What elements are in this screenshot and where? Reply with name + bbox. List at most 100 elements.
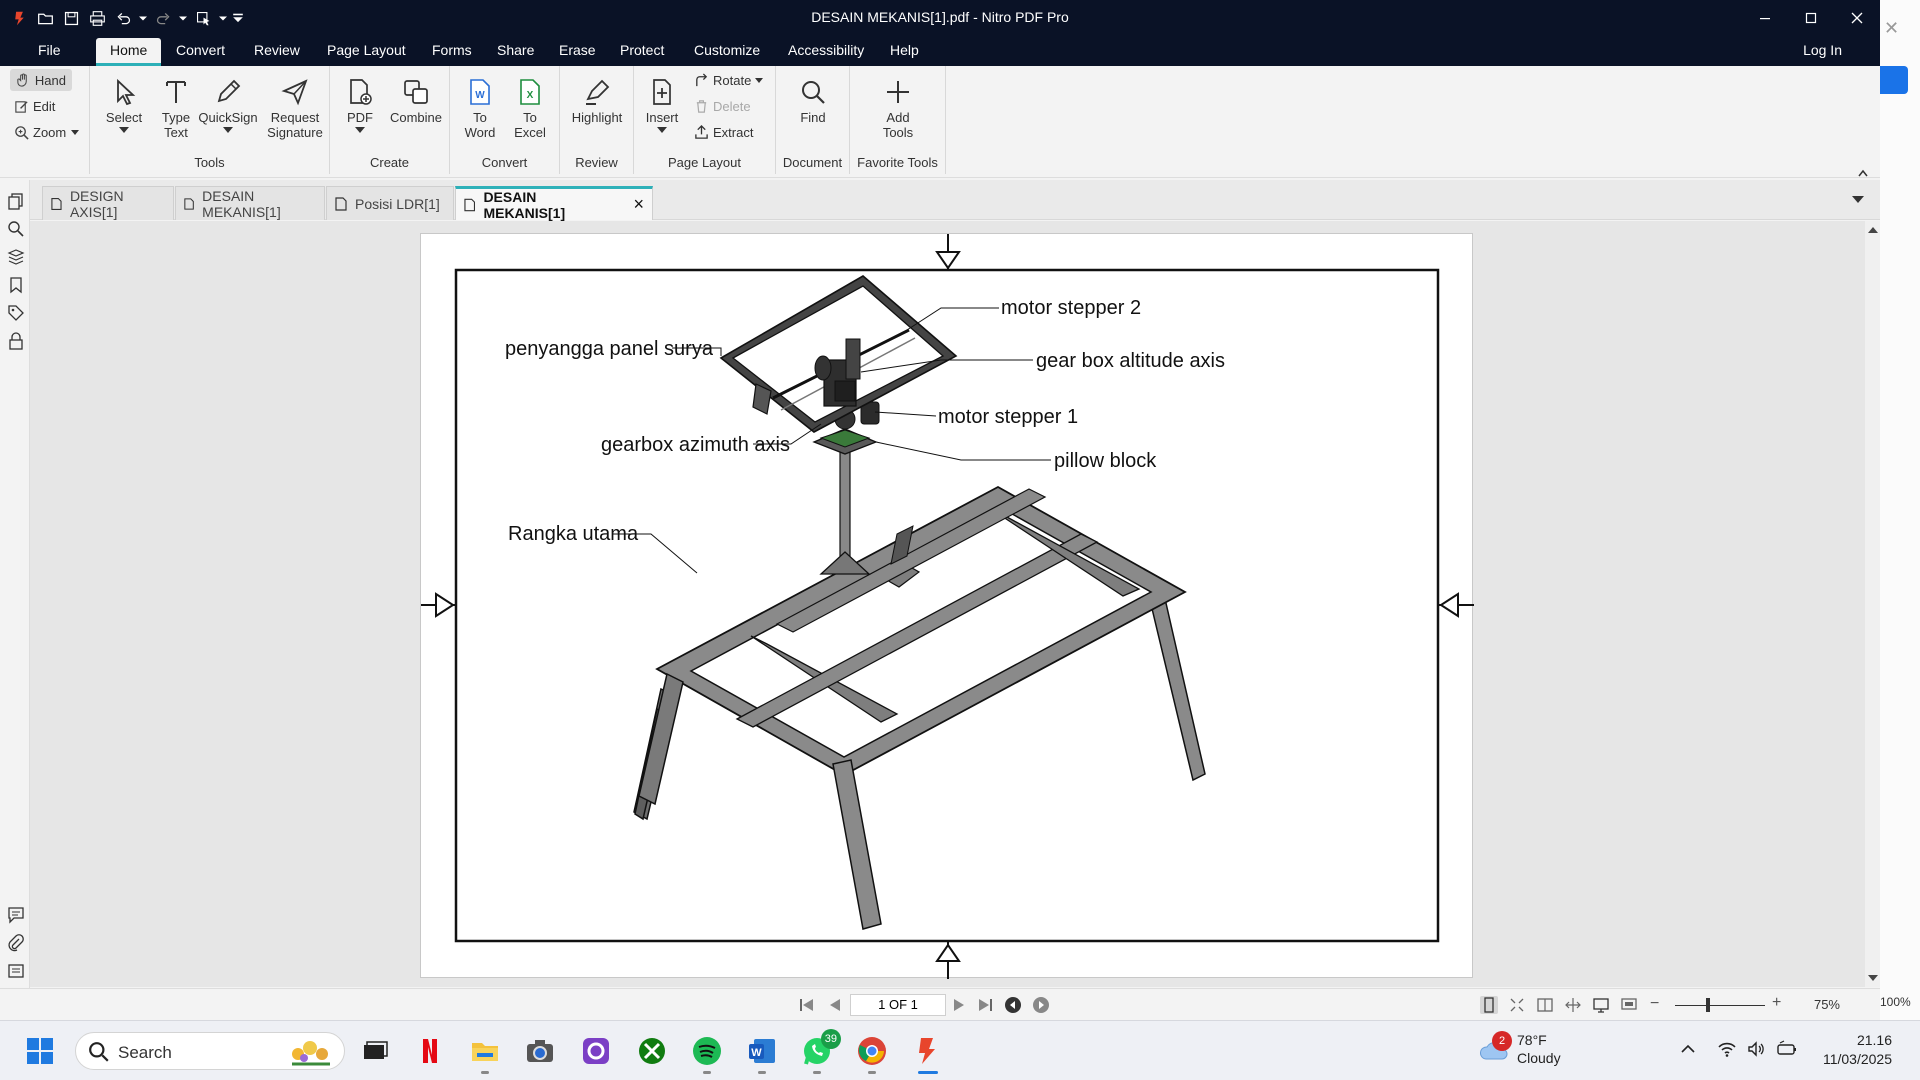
layers-panel-icon[interactable] (7, 248, 25, 266)
taskbar-search-box[interactable]: Search (75, 1032, 345, 1070)
last-page-icon[interactable] (976, 996, 994, 1014)
fit-page-icon[interactable] (1508, 996, 1526, 1014)
zoom-out-icon[interactable]: − (1650, 995, 1659, 1013)
xbox-icon[interactable] (636, 1035, 668, 1067)
favorite-tools-group: Add Tools Favorite Tools (850, 66, 946, 174)
two-page-view-icon[interactable] (1536, 996, 1554, 1014)
nitro-pdf-taskbar-icon[interactable] (911, 1035, 943, 1067)
edit-tool-button[interactable]: Edit (14, 95, 55, 117)
menu-file[interactable]: File (38, 42, 61, 58)
clipchamp-icon[interactable] (580, 1035, 612, 1067)
maximize-button[interactable] (1788, 0, 1834, 36)
menu-help[interactable]: Help (890, 42, 919, 58)
tags-panel-icon[interactable] (7, 304, 25, 322)
windows-start-icon[interactable] (24, 1035, 56, 1067)
menu-review[interactable]: Review (254, 42, 300, 58)
zoom-tool-button[interactable]: Zoom (14, 121, 80, 143)
quicksign-button[interactable]: QuickSign (196, 74, 260, 133)
pdf-label: PDF (347, 110, 373, 125)
background-close-icon[interactable]: ✕ (1884, 18, 1899, 39)
security-panel-icon[interactable] (7, 332, 25, 350)
zoom-slider-handle[interactable] (1706, 998, 1710, 1012)
netflix-icon[interactable] (414, 1035, 446, 1067)
close-button[interactable] (1834, 0, 1880, 36)
fit-width-icon[interactable] (1564, 996, 1582, 1014)
menu-home[interactable]: Home (96, 38, 162, 66)
to-word-button[interactable]: W To Word (456, 74, 504, 140)
collapse-ribbon-icon[interactable] (1858, 164, 1868, 177)
battery-icon[interactable] (1776, 1039, 1798, 1059)
file-explorer-icon[interactable] (469, 1035, 501, 1067)
comments-panel-icon[interactable] (7, 906, 25, 924)
weather-cloud-icon[interactable]: 2 (1478, 1031, 1512, 1067)
request-signature-button[interactable]: Request Signature (262, 74, 328, 140)
single-page-view-icon[interactable] (1480, 996, 1498, 1014)
document-viewer[interactable]: motor stepper 2 penyangga panel surya ge… (30, 221, 1865, 987)
tab-design-axis[interactable]: DESIGN AXIS[1] (42, 186, 174, 220)
delete-button[interactable]: Delete (694, 95, 751, 117)
camera-app-icon[interactable] (524, 1035, 556, 1067)
menu-customize[interactable]: Customize (694, 42, 760, 58)
minimize-button[interactable] (1742, 0, 1788, 36)
zoom-in-icon[interactable]: + (1772, 994, 1781, 1012)
task-view-icon[interactable] (358, 1035, 390, 1067)
scroll-up-icon[interactable] (1868, 227, 1878, 233)
fields-panel-icon[interactable] (7, 962, 25, 980)
create-group: PDF Combine Create (330, 66, 450, 174)
to-excel-button[interactable]: X To Excel (506, 74, 554, 140)
menu-accessibility[interactable]: Accessibility (788, 42, 864, 58)
login-link[interactable]: Log In (1803, 42, 1842, 58)
scroll-down-icon[interactable] (1868, 975, 1878, 981)
menu-forms[interactable]: Forms (432, 42, 472, 58)
tab-posisi-ldr[interactable]: Posisi LDR[1] (326, 186, 454, 220)
tabs-dropdown-icon[interactable] (1852, 196, 1864, 203)
volume-icon[interactable] (1746, 1039, 1766, 1059)
whatsapp-icon[interactable]: 39 (801, 1029, 841, 1067)
pdf-button[interactable]: PDF (338, 74, 382, 133)
windows-taskbar: Search W 39 2 78°F Cloudy 21.16 11/03/20… (0, 1020, 1920, 1080)
weather-widget[interactable]: 78°F Cloudy (1517, 1031, 1561, 1067)
tab-desain-mekanis-active[interactable]: DESAIN MEKANIS[1] × (455, 186, 653, 221)
zoom-slider-track[interactable] (1675, 1005, 1765, 1006)
show-hidden-icons-icon[interactable] (1680, 1041, 1696, 1057)
previous-page-icon[interactable] (826, 996, 844, 1014)
background-blue-button[interactable] (1880, 66, 1908, 94)
rotate-button[interactable]: Rotate (694, 69, 764, 91)
spotify-icon[interactable] (691, 1035, 723, 1067)
microsoft-word-icon[interactable]: W (746, 1035, 778, 1067)
pages-panel-icon[interactable] (7, 192, 25, 210)
previous-view-icon[interactable] (1004, 996, 1022, 1014)
insert-button[interactable]: Insert (638, 74, 686, 133)
page-number-field[interactable]: 1 OF 1 (850, 994, 946, 1016)
full-screen-icon[interactable] (1592, 996, 1610, 1014)
combine-button[interactable]: Combine (386, 74, 446, 125)
type-text-button[interactable]: Type Text (154, 74, 198, 140)
vertical-scrollbar[interactable] (1865, 221, 1880, 987)
to-excel-label: To Excel (514, 110, 546, 140)
wifi-icon[interactable] (1717, 1039, 1737, 1059)
search-panel-icon[interactable] (7, 220, 25, 238)
presentation-icon[interactable] (1620, 996, 1638, 1014)
menu-share[interactable]: Share (497, 42, 534, 58)
zoom-level[interactable]: 75% (1814, 997, 1840, 1012)
tab-label: DESAIN MEKANIS[1] (202, 187, 281, 220)
menu-erase[interactable]: Erase (559, 42, 596, 58)
extract-button[interactable]: Extract (694, 121, 753, 143)
first-page-icon[interactable] (798, 996, 816, 1014)
menu-convert[interactable]: Convert (176, 42, 225, 58)
attachments-panel-icon[interactable] (7, 934, 25, 952)
highlight-button[interactable]: Highlight (566, 74, 628, 125)
menu-page-layout[interactable]: Page Layout (327, 42, 406, 58)
menu-protect[interactable]: Protect (620, 42, 664, 58)
next-view-icon[interactable] (1032, 996, 1050, 1014)
bookmarks-panel-icon[interactable] (7, 276, 25, 294)
chrome-icon[interactable] (856, 1035, 888, 1067)
add-tools-button[interactable]: Add Tools (874, 74, 922, 140)
find-button[interactable]: Find (789, 74, 837, 125)
hand-tool-button[interactable]: Hand (10, 69, 72, 91)
select-button[interactable]: Select (102, 74, 146, 133)
close-tab-icon[interactable]: × (633, 194, 644, 215)
next-page-icon[interactable] (950, 996, 968, 1014)
tab-desain-mekanis-1[interactable]: DESAIN MEKANIS[1] (175, 186, 325, 220)
system-clock[interactable]: 21.16 11/03/2025 (1823, 1031, 1892, 1069)
